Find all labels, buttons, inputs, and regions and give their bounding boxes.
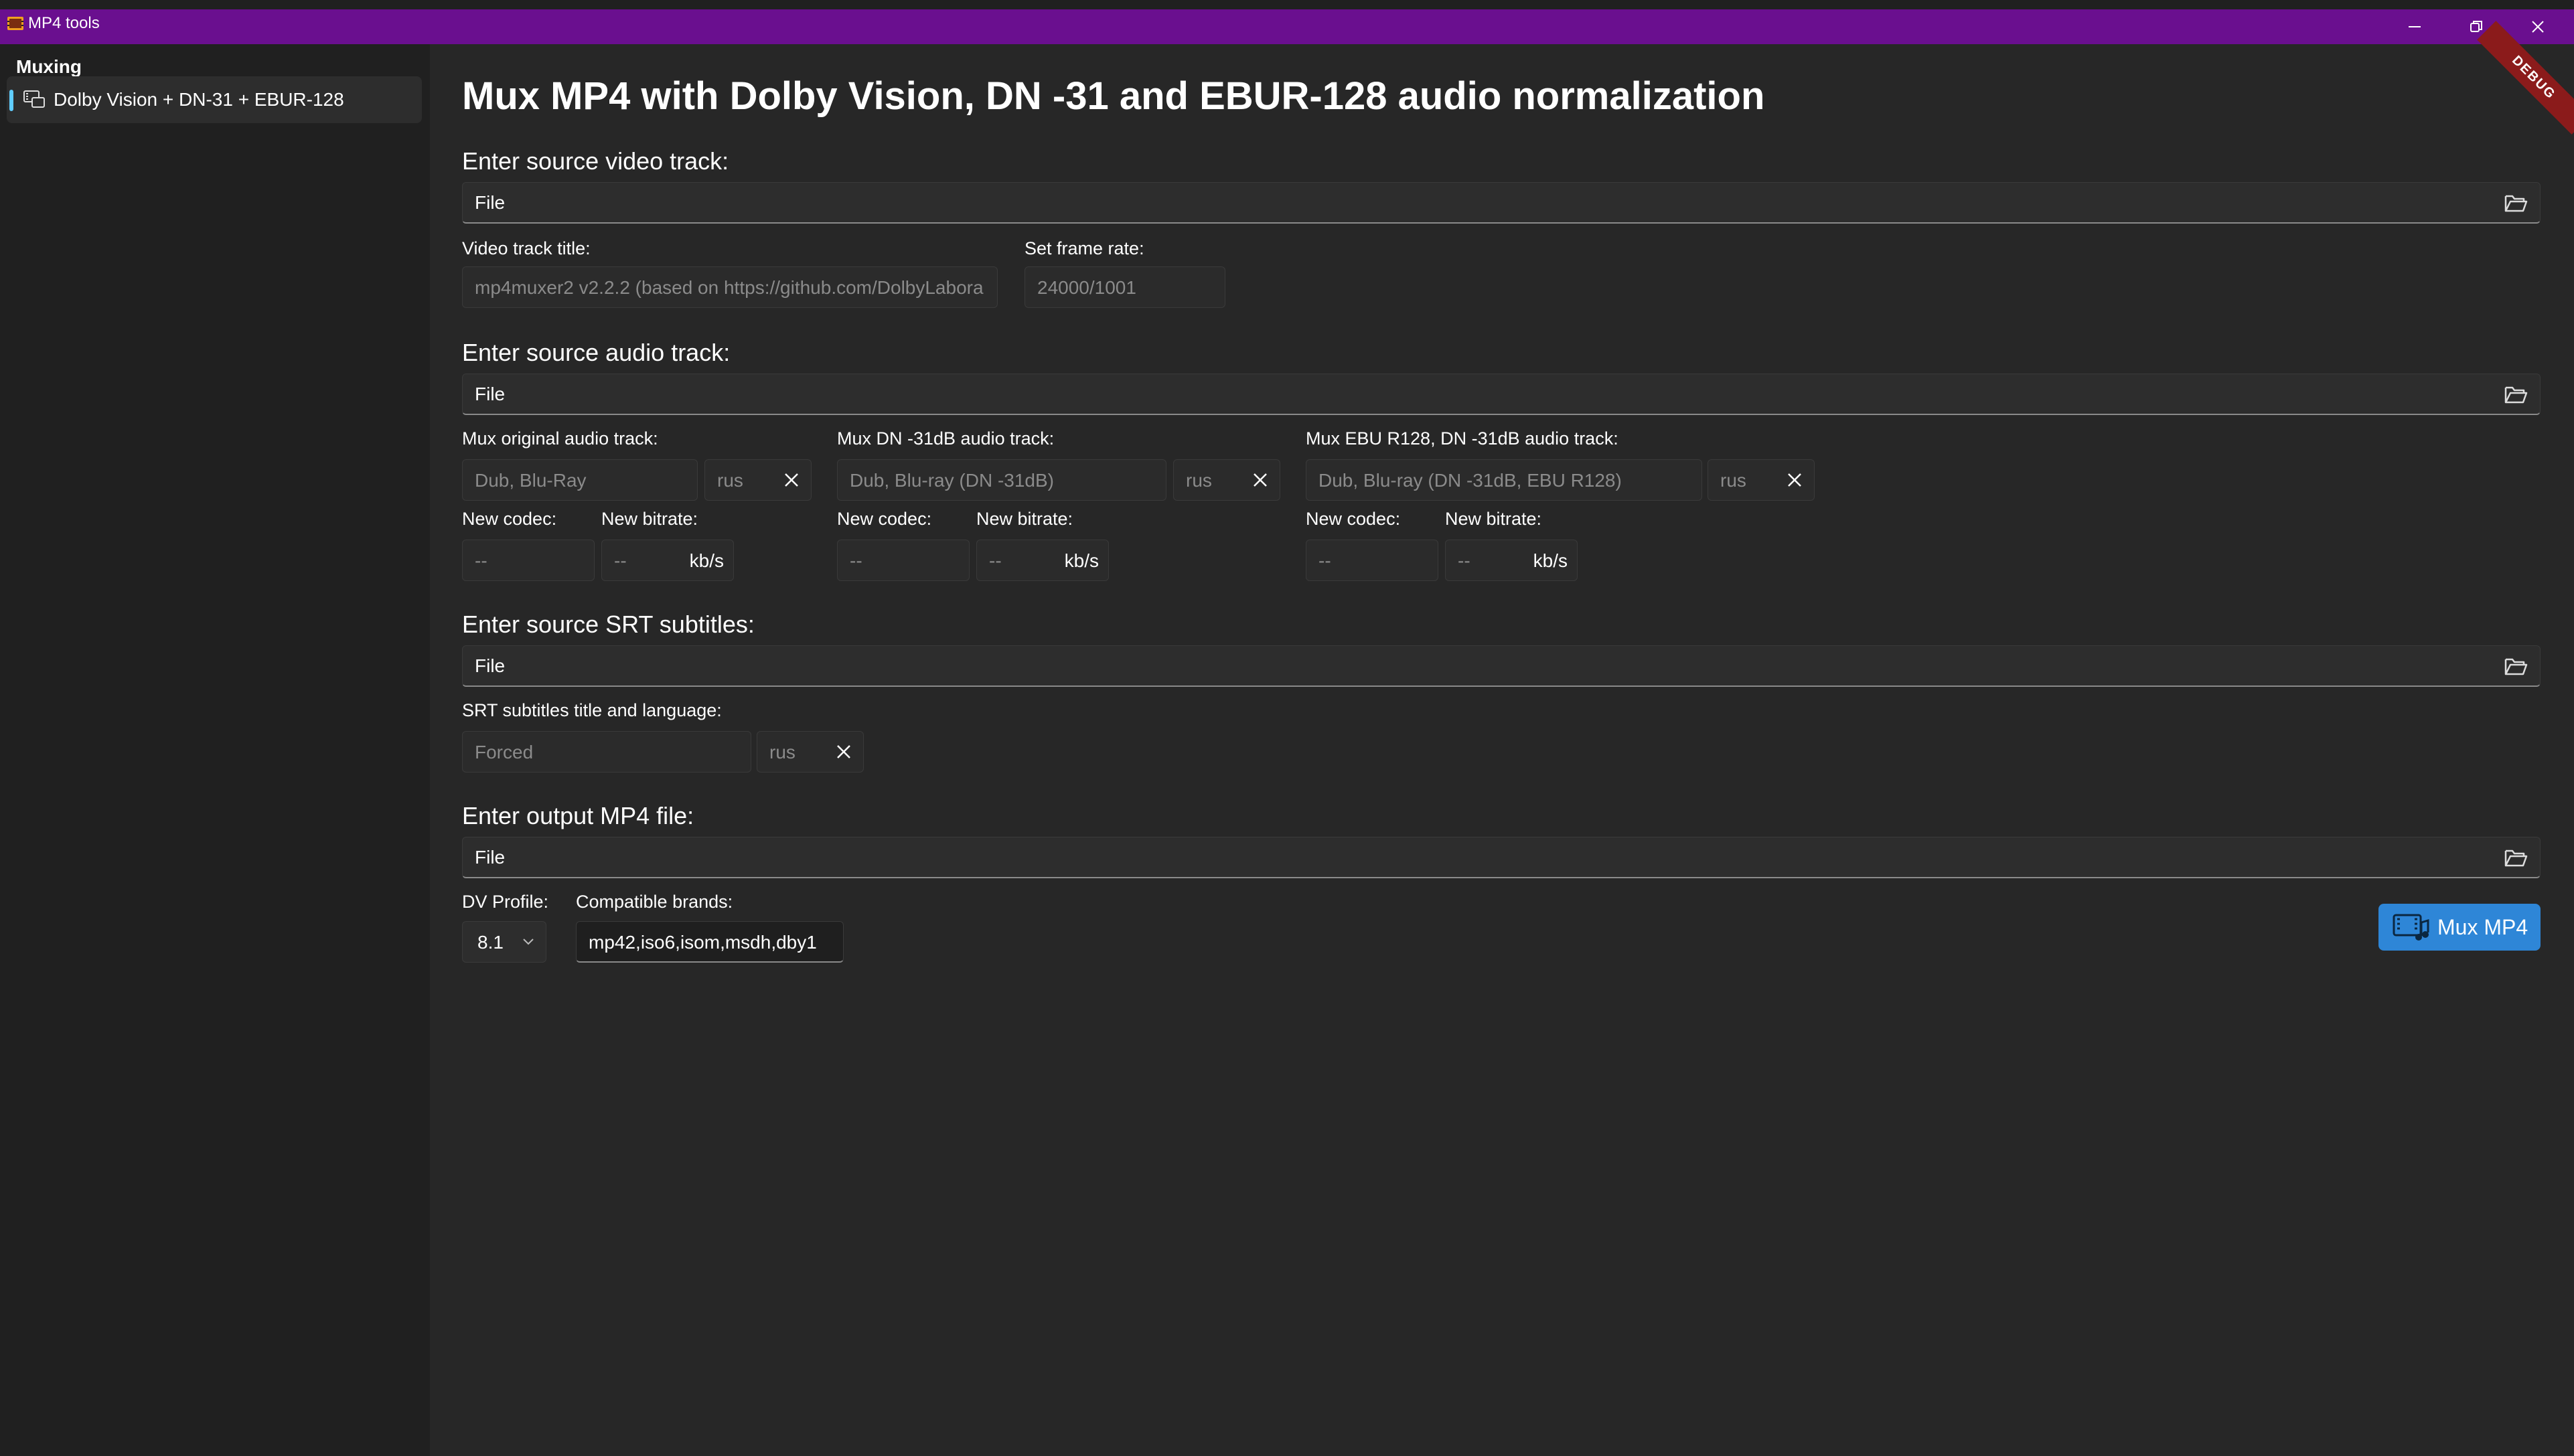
subtitles-title-input[interactable]: Forced: [462, 731, 751, 773]
subtitles-lang-input[interactable]: rus: [757, 731, 864, 773]
dn31-bitrate-label: New bitrate:: [976, 509, 1073, 529]
ebur128-audio-lang-placeholder: rus: [1720, 470, 1746, 491]
bitrate-unit: kb/s: [1533, 550, 1568, 571]
page-title: Mux MP4 with Dolby Vision, DN -31 and EB…: [462, 74, 1765, 118]
subtitles-title-placeholder: Forced: [475, 742, 534, 762]
dn31-audio-lang-placeholder: rus: [1186, 470, 1212, 491]
app-icon: [7, 17, 23, 30]
ebur128-bitrate-placeholder: --: [1458, 550, 1470, 571]
clear-icon[interactable]: [834, 742, 854, 762]
sidebar: Muxing Dolby Vision + DN-31 + EBUR-128: [0, 44, 430, 1456]
clear-icon[interactable]: [781, 470, 802, 490]
video-audio-icon: [2393, 914, 2429, 941]
original-audio-title-placeholder: Dub, Blu-Ray: [475, 470, 587, 491]
dn31-codec-input[interactable]: --: [837, 540, 970, 581]
title-bar: MP4 tools: [0, 0, 2574, 44]
brands-value: mp42,iso6,isom,msdh,dby1: [589, 932, 817, 953]
output-section-title: Enter output MP4 file:: [462, 802, 694, 829]
clear-icon[interactable]: [1785, 470, 1805, 490]
chevron-down-icon: [523, 939, 534, 945]
video-title-input[interactable]: mp4muxer2 v2.2.2 (based on https://githu…: [462, 266, 998, 308]
sidebar-item-label: Dolby Vision + DN-31 + EBUR-128: [54, 89, 344, 110]
minimize-icon: [2409, 26, 2421, 27]
bitrate-unit: kb/s: [1064, 550, 1099, 571]
title-bar-accent: [0, 9, 2574, 44]
audio-section-title: Enter source audio track:: [462, 339, 731, 366]
subtitles-title-label: SRT subtitles title and language:: [462, 700, 722, 720]
folder-open-icon[interactable]: [2504, 192, 2528, 214]
dn31-codec-placeholder: --: [850, 550, 862, 571]
original-codec-placeholder: --: [475, 550, 487, 571]
dv-profile-dropdown[interactable]: 8.1: [462, 921, 546, 963]
video-title-label: Video track title:: [462, 238, 591, 258]
original-bitrate-placeholder: --: [614, 550, 627, 571]
ebur128-bitrate-label: New bitrate:: [1445, 509, 1542, 529]
output-file-input[interactable]: File: [462, 837, 2541, 878]
brands-input[interactable]: mp42,iso6,isom,msdh,dby1: [576, 921, 844, 963]
dn31-audio-title-placeholder: Dub, Blu-ray (DN -31dB): [850, 470, 1054, 491]
main-content: DEBUG Mux MP4 with Dolby Vision, DN -31 …: [430, 21, 2574, 1456]
subtitles-file-placeholder: File: [475, 655, 506, 676]
close-button[interactable]: [2507, 9, 2569, 44]
minimize-button[interactable]: [2384, 9, 2445, 44]
brands-label: Compatible brands:: [576, 892, 733, 912]
subtitles-section-title: Enter source SRT subtitles:: [462, 611, 755, 638]
window-title: MP4 tools: [28, 14, 100, 32]
dn31-bitrate-placeholder: --: [989, 550, 1002, 571]
folder-open-icon[interactable]: [2504, 847, 2528, 868]
clear-icon[interactable]: [1250, 470, 1270, 490]
frame-rate-placeholder: 24000/1001: [1037, 277, 1136, 298]
dn31-audio-title-input[interactable]: Dub, Blu-ray (DN -31dB): [837, 459, 1166, 501]
folder-open-icon[interactable]: [2504, 655, 2528, 677]
video-file-placeholder: File: [475, 192, 506, 213]
dv-profile-value: 8.1: [477, 932, 504, 953]
restore-icon: [2470, 21, 2482, 32]
dn31-audio-label: Mux DN -31dB audio track:: [837, 428, 1055, 449]
audio-file-input[interactable]: File: [462, 374, 2541, 415]
selection-indicator: [9, 90, 13, 111]
frame-rate-input[interactable]: 24000/1001: [1025, 266, 1225, 308]
ebur128-audio-lang-input[interactable]: rus: [1708, 459, 1815, 501]
output-file-placeholder: File: [475, 847, 506, 868]
bitrate-unit: kb/s: [689, 550, 724, 571]
video-convert-icon: [23, 90, 45, 108]
original-audio-title-input[interactable]: Dub, Blu-Ray: [462, 459, 698, 501]
subtitles-file-input[interactable]: File: [462, 645, 2541, 687]
original-bitrate-input[interactable]: -- kb/s: [601, 540, 734, 581]
folder-open-icon[interactable]: [2504, 384, 2528, 405]
ebur128-bitrate-input[interactable]: -- kb/s: [1445, 540, 1578, 581]
video-title-placeholder: mp4muxer2 v2.2.2 (based on https://githu…: [475, 277, 984, 298]
frame-rate-label: Set frame rate:: [1025, 238, 1144, 258]
subtitles-lang-placeholder: rus: [769, 742, 796, 762]
original-codec-label: New codec:: [462, 509, 557, 529]
audio-file-placeholder: File: [475, 384, 506, 404]
sidebar-item-dolby-vision[interactable]: Dolby Vision + DN-31 + EBUR-128: [7, 76, 422, 123]
ebur128-codec-label: New codec:: [1306, 509, 1401, 529]
ebur128-codec-placeholder: --: [1318, 550, 1331, 571]
mux-mp4-button[interactable]: Mux MP4: [2378, 904, 2541, 951]
ebur128-codec-input[interactable]: --: [1306, 540, 1438, 581]
dn31-audio-lang-input[interactable]: rus: [1173, 459, 1280, 501]
video-section-title: Enter source video track:: [462, 147, 729, 175]
video-file-input[interactable]: File: [462, 182, 2541, 224]
original-codec-input[interactable]: --: [462, 540, 595, 581]
mux-mp4-label: Mux MP4: [2437, 915, 2528, 939]
close-icon: [2532, 21, 2544, 33]
dn31-bitrate-input[interactable]: -- kb/s: [976, 540, 1109, 581]
original-bitrate-label: New bitrate:: [601, 509, 698, 529]
ebur128-audio-title-input[interactable]: Dub, Blu-ray (DN -31dB, EBU R128): [1306, 459, 1702, 501]
original-audio-lang-input[interactable]: rus: [704, 459, 812, 501]
dv-profile-label: DV Profile:: [462, 892, 549, 912]
original-audio-label: Mux original audio track:: [462, 428, 658, 449]
ebur128-audio-title-placeholder: Dub, Blu-ray (DN -31dB, EBU R128): [1318, 470, 1622, 491]
dn31-codec-label: New codec:: [837, 509, 932, 529]
original-audio-lang-placeholder: rus: [717, 470, 743, 491]
ebur128-audio-label: Mux EBU R128, DN -31dB audio track:: [1306, 428, 1618, 449]
